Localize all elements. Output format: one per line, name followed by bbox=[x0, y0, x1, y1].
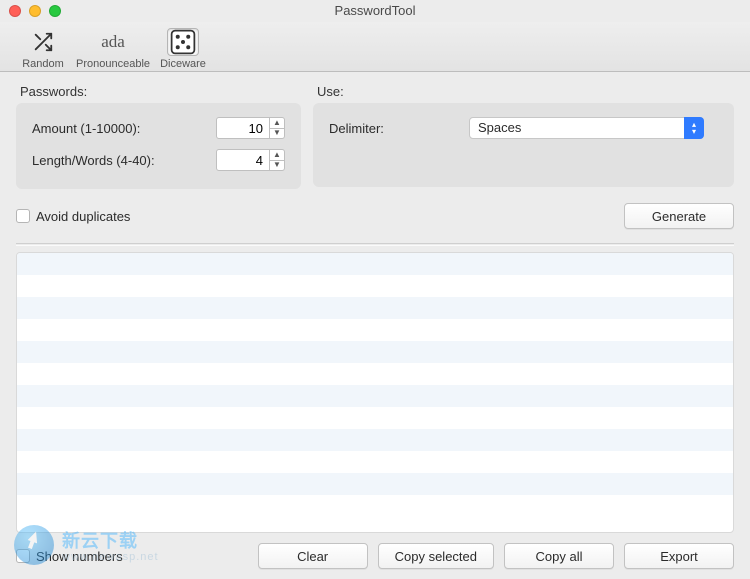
zoom-icon[interactable] bbox=[49, 5, 61, 17]
list-item bbox=[17, 341, 733, 363]
mode-diceware[interactable]: Diceware bbox=[148, 26, 218, 71]
chevron-up-icon[interactable]: ▲ bbox=[269, 117, 285, 129]
checkbox-icon bbox=[16, 209, 30, 223]
list-item bbox=[17, 451, 733, 473]
copy-all-button[interactable]: Copy all bbox=[504, 543, 614, 569]
checkbox-icon bbox=[16, 549, 30, 563]
amount-stepper[interactable]: ▲ ▼ bbox=[270, 117, 285, 139]
mode-random-label: Random bbox=[22, 58, 64, 70]
window-controls bbox=[9, 5, 61, 17]
delimiter-value: Spaces bbox=[469, 117, 704, 139]
mode-pronounceable-label: Pronounceable bbox=[76, 58, 150, 70]
list-item bbox=[17, 275, 733, 297]
list-item bbox=[17, 253, 733, 275]
clear-button[interactable]: Clear bbox=[258, 543, 368, 569]
generate-button[interactable]: Generate bbox=[624, 203, 734, 229]
dice-icon bbox=[167, 28, 199, 56]
chevron-up-icon[interactable]: ▲ bbox=[269, 149, 285, 161]
list-item bbox=[17, 297, 733, 319]
length-label: Length/Words (4-40): bbox=[32, 153, 216, 168]
list-item bbox=[17, 363, 733, 385]
delimiter-select[interactable]: Spaces bbox=[469, 117, 704, 139]
close-icon[interactable] bbox=[9, 5, 21, 17]
text-icon: ada bbox=[97, 28, 129, 56]
list-item bbox=[17, 319, 733, 341]
mode-pronounceable[interactable]: ada Pronounceable bbox=[78, 26, 148, 71]
amount-label: Amount (1-10000): bbox=[32, 121, 216, 136]
delimiter-label: Delimiter: bbox=[329, 121, 469, 136]
amount-input[interactable] bbox=[216, 117, 270, 139]
export-button[interactable]: Export bbox=[624, 543, 734, 569]
titlebar: PasswordTool bbox=[0, 0, 750, 22]
list-item bbox=[17, 407, 733, 429]
mode-toolbar: Random ada Pronounceable Diceware bbox=[0, 22, 750, 72]
passwords-section-title: Passwords: bbox=[16, 84, 301, 99]
copy-selected-button[interactable]: Copy selected bbox=[378, 543, 494, 569]
show-numbers-label: Show numbers bbox=[36, 549, 123, 564]
chevron-down-icon[interactable]: ▼ bbox=[269, 161, 285, 172]
minimize-icon[interactable] bbox=[29, 5, 41, 17]
mode-random[interactable]: Random bbox=[8, 26, 78, 71]
list-item bbox=[17, 473, 733, 495]
length-stepper[interactable]: ▲ ▼ bbox=[270, 149, 285, 171]
list-item bbox=[17, 429, 733, 451]
avoid-duplicates-checkbox[interactable]: Avoid duplicates bbox=[16, 209, 130, 224]
show-numbers-checkbox[interactable]: Show numbers bbox=[16, 549, 123, 564]
avoid-duplicates-label: Avoid duplicates bbox=[36, 209, 130, 224]
content-area: Passwords: Amount (1-10000): ▲ ▼ Length/… bbox=[0, 72, 750, 579]
use-panel: Delimiter: Spaces bbox=[313, 103, 734, 187]
chevron-down-icon[interactable]: ▼ bbox=[269, 129, 285, 140]
use-section-title: Use: bbox=[313, 84, 734, 99]
mode-diceware-label: Diceware bbox=[160, 58, 206, 70]
list-item bbox=[17, 385, 733, 407]
length-input[interactable] bbox=[216, 149, 270, 171]
passwords-panel: Amount (1-10000): ▲ ▼ Length/Words (4-40… bbox=[16, 103, 301, 189]
results-list[interactable] bbox=[16, 252, 734, 533]
section-divider bbox=[16, 243, 734, 246]
window-title: PasswordTool bbox=[335, 3, 416, 18]
shuffle-icon bbox=[27, 28, 59, 56]
select-arrows-icon bbox=[684, 117, 704, 139]
